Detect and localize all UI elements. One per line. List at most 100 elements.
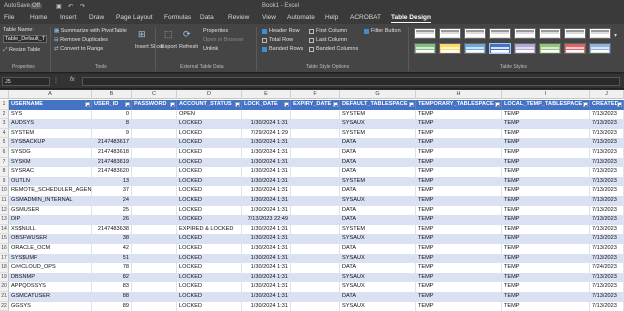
table-cell[interactable]: TEMP — [502, 138, 590, 148]
table-style-swatch[interactable] — [514, 28, 536, 39]
table-cell[interactable]: TEMP — [502, 272, 590, 283]
table-name-input[interactable]: Table_Default_T — [3, 35, 47, 43]
table-cell[interactable]: TEMP — [416, 234, 502, 244]
table-cell[interactable]: LOCKED — [177, 119, 242, 129]
table-cell[interactable]: 0 — [92, 109, 132, 120]
table-cell[interactable]: TEMP — [416, 205, 502, 216]
column-header-d[interactable]: D — [177, 90, 242, 99]
table-cell[interactable]: DATA — [340, 157, 416, 168]
name-box[interactable]: J5 — [2, 77, 50, 86]
table-cell[interactable]: TEMP — [416, 244, 502, 254]
table-cell[interactable]: 1/30/2024 1:31 — [242, 186, 291, 196]
table-cell[interactable]: TEMP — [416, 215, 502, 225]
table-cell[interactable]: LOCKED — [177, 263, 242, 273]
table-cell[interactable]: APPQOSSYS — [9, 282, 92, 292]
table-cell[interactable]: 1/30/2024 1:31 — [242, 157, 291, 168]
tab-insert[interactable]: Insert — [60, 14, 76, 21]
table-cell[interactable] — [291, 272, 340, 283]
tab-home[interactable]: Home — [30, 14, 47, 21]
table-cell[interactable]: LOCKED — [177, 215, 242, 225]
table-cell[interactable]: 83 — [92, 282, 132, 292]
table-cell[interactable]: GSMCATUSER — [9, 292, 92, 302]
row-number[interactable]: 17 — [0, 253, 9, 264]
unlink-button[interactable]: Unlink — [203, 46, 218, 52]
filter-dropdown-icon[interactable] — [333, 102, 338, 107]
table-cell[interactable]: LOCKED — [177, 176, 242, 187]
table-cell[interactable]: 7/13/2023 — [590, 119, 624, 129]
table-cell[interactable]: TEMP — [416, 128, 502, 139]
tab-help[interactable]: Help — [325, 14, 338, 21]
table-cell[interactable]: TEMP — [416, 186, 502, 196]
column-header-j[interactable]: J — [590, 90, 624, 99]
table-cell[interactable]: 7/13/2023 — [590, 186, 624, 196]
table-cell[interactable]: C##CLOUD_OPS — [9, 263, 92, 273]
table-cell[interactable]: 1/30/2024 1:31 — [242, 282, 291, 292]
table-cell[interactable]: TEMP — [502, 176, 590, 187]
table-cell[interactable] — [132, 176, 177, 187]
export-button[interactable]: Export — [161, 44, 177, 50]
table-cell[interactable]: SYSRAC — [9, 167, 92, 177]
table-cell[interactable]: TEMP — [416, 176, 502, 187]
column-header-a[interactable]: A — [9, 90, 92, 99]
column-header-g[interactable]: G — [340, 90, 416, 99]
table-cell[interactable]: DATA — [340, 167, 416, 177]
row-number[interactable]: 14 — [0, 224, 9, 235]
column-header-b[interactable]: B — [92, 90, 132, 99]
filter-button-checkbox[interactable] — [364, 29, 369, 34]
table-cell[interactable]: 1/30/2024 1:31 — [242, 167, 291, 177]
table-cell[interactable]: TEMP — [502, 301, 590, 311]
table-cell[interactable]: TEMP — [416, 272, 502, 283]
table-cell[interactable]: 78 — [92, 263, 132, 273]
table-cell[interactable]: TEMP — [416, 224, 502, 235]
table-cell[interactable] — [132, 138, 177, 148]
table-cell[interactable]: DATA — [340, 138, 416, 148]
table-style-swatch[interactable] — [589, 28, 611, 39]
table-cell[interactable]: SYSTEM — [340, 128, 416, 139]
table-cell[interactable]: 7/13/2023 — [590, 167, 624, 177]
table-cell[interactable] — [132, 157, 177, 168]
table-cell[interactable]: TEMP — [502, 148, 590, 158]
table-cell[interactable]: LOCKED — [177, 272, 242, 283]
table-cell[interactable]: 7/13/2023 — [590, 224, 624, 235]
convert-to-range-button[interactable]: ⇄ Convert to Range — [54, 46, 103, 52]
table-cell[interactable]: 37 — [92, 186, 132, 196]
row-number[interactable]: 15 — [0, 234, 9, 244]
table-cell[interactable]: TEMP — [502, 292, 590, 302]
save-icon[interactable]: ▣ — [56, 3, 62, 10]
table-style-swatch[interactable] — [514, 43, 536, 54]
filter-dropdown-icon[interactable] — [617, 102, 622, 107]
column-title-cell[interactable]: DEFAULT_TABLESPACE — [340, 100, 416, 110]
table-cell[interactable]: 1/30/2024 1:31 — [242, 205, 291, 216]
table-cell[interactable]: ORACLE_OCM — [9, 244, 92, 254]
table-cell[interactable]: DATA — [340, 244, 416, 254]
table-cell[interactable] — [291, 263, 340, 273]
table-cell[interactable] — [132, 109, 177, 120]
table-cell[interactable]: LOCKED — [177, 234, 242, 244]
table-cell[interactable]: LOCKED — [177, 186, 242, 196]
table-cell[interactable]: 26 — [92, 215, 132, 225]
export-icon[interactable]: ⬚ — [164, 29, 173, 40]
resize-table-button[interactable]: ⤢ Resize Table — [3, 47, 40, 54]
table-cell[interactable] — [132, 234, 177, 244]
table-cell[interactable]: DBSNMP — [9, 272, 92, 283]
table-cell[interactable]: SYSTEM — [340, 109, 416, 120]
table-cell[interactable] — [291, 119, 340, 129]
table-cell[interactable]: LOCKED — [177, 244, 242, 254]
table-style-swatch[interactable] — [539, 28, 561, 39]
table-cell[interactable]: 1/30/2024 1:31 — [242, 253, 291, 264]
row-number[interactable]: 6 — [0, 148, 9, 158]
table-cell[interactable] — [132, 196, 177, 206]
table-cell[interactable]: TEMP — [416, 292, 502, 302]
table-cell[interactable]: 2147483619 — [92, 157, 132, 168]
table-cell[interactable]: 7/13/2023 — [590, 292, 624, 302]
table-cell[interactable]: 7/29/2024 1:29 — [242, 128, 291, 139]
table-cell[interactable]: 7/13/2023 — [590, 215, 624, 225]
table-cell[interactable] — [291, 138, 340, 148]
table-cell[interactable]: 7/13/2023 — [590, 128, 624, 139]
table-cell[interactable]: TEMP — [502, 196, 590, 206]
row-number[interactable]: 1 — [0, 100, 9, 110]
table-cell[interactable]: 1/30/2024 1:31 — [242, 244, 291, 254]
tab-automate[interactable]: Automate — [287, 14, 315, 21]
table-cell[interactable]: SYS$UMF — [9, 253, 92, 264]
total-row-checkbox[interactable] — [262, 38, 267, 43]
